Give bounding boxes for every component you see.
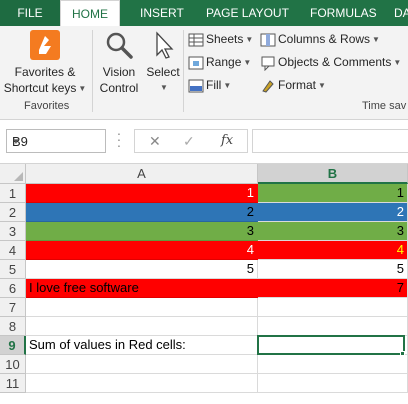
chevron-down-icon: ▼ (393, 57, 402, 67)
cell-a4[interactable]: 4 (26, 241, 258, 260)
cell-a2[interactable]: 2 (26, 203, 258, 222)
cell-b3[interactable]: 3 (258, 222, 408, 241)
chevron-down-icon: ▼ (78, 83, 87, 93)
worksheet-grid: A B 1112223334445556I love free software… (0, 164, 408, 404)
row-header[interactable]: 7 (0, 298, 26, 317)
select-button[interactable]: Select ▼ (144, 30, 182, 96)
cell-a9[interactable]: Sum of values in Red cells: (26, 336, 258, 355)
magnifier-icon (104, 30, 134, 60)
cell-a7[interactable] (26, 298, 258, 317)
chevron-down-icon: ▼ (243, 57, 252, 67)
vision-label-line1: Vision (102, 65, 136, 79)
cell-a11[interactable] (26, 374, 258, 393)
objects-comments-button[interactable]: Objects & Comments ▼ (260, 51, 401, 73)
chevron-down-icon[interactable]: ▼ (12, 137, 101, 146)
sheets-icon (188, 32, 204, 48)
favorites-label-line1: Favorites & (14, 65, 76, 79)
vision-label-line2: Control (99, 81, 139, 95)
tab-data[interactable]: DATA (394, 0, 408, 26)
row-header[interactable]: 11 (0, 374, 26, 393)
favorites-shortcut-keys-button[interactable]: Favorites & Shortcut keys ▼ (2, 30, 88, 97)
resize-handle-icon[interactable]: · · · (114, 126, 124, 152)
group-label-time-saver: Time sav (362, 100, 407, 112)
select-label: Select (146, 65, 180, 79)
format-label: Format (278, 78, 317, 92)
select-all-button[interactable] (0, 164, 26, 184)
tab-insert[interactable]: INSERT (140, 0, 184, 26)
row-header[interactable]: 6 (0, 279, 26, 298)
tab-home[interactable]: HOME (60, 0, 120, 26)
row-header[interactable]: 9 (0, 336, 26, 355)
fill-icon (188, 78, 204, 94)
fill-handle[interactable] (400, 351, 405, 356)
tab-page-layout[interactable]: PAGE LAYOUT (206, 0, 289, 26)
favorites-label-line2: Shortcut keys (3, 81, 77, 95)
cell-b6[interactable]: 7 (258, 279, 408, 298)
cell-b11[interactable] (258, 374, 408, 393)
chevron-down-icon: ▼ (372, 34, 380, 44)
format-icon (260, 78, 276, 94)
row-header[interactable]: 8 (0, 317, 26, 336)
cell-a5[interactable]: 5 (26, 260, 258, 279)
ribbon-tab-bar: FILE HOME INSERT PAGE LAYOUT FORMULAS DA… (0, 0, 408, 26)
cell-b1[interactable]: 1 (258, 184, 408, 203)
ribbon: Favorites & Shortcut keys ▼ Favorites Vis… (0, 26, 408, 120)
columns-rows-icon (260, 32, 276, 48)
cell-a8[interactable] (26, 317, 258, 336)
range-button[interactable]: Range ▼ (188, 51, 251, 73)
select-all-icon (14, 172, 23, 181)
formula-bar: B9 ▼ · · · ✕ ✓ fx (0, 120, 408, 164)
range-icon (188, 55, 204, 71)
formula-buttons: ✕ ✓ fx (134, 129, 248, 153)
row-header[interactable]: 1 (0, 184, 26, 203)
column-header-b[interactable]: B (258, 164, 408, 184)
cursor-icon (148, 30, 178, 60)
columns-rows-label: Columns & Rows (278, 32, 371, 46)
enter-icon[interactable]: ✓ (183, 133, 195, 150)
tab-formulas[interactable]: FORMULAS (310, 0, 377, 26)
chevron-down-icon: ▼ (245, 34, 254, 44)
sheets-label: Sheets (206, 32, 244, 46)
row-header[interactable]: 3 (0, 222, 26, 241)
group-divider (92, 30, 93, 112)
formula-input[interactable] (252, 129, 408, 153)
columns-rows-button[interactable]: Columns & Rows ▼ (260, 28, 380, 50)
row-header[interactable]: 10 (0, 355, 26, 374)
cell-a3[interactable]: 3 (26, 222, 258, 241)
chevron-down-icon: ▼ (160, 83, 168, 92)
cell-a10[interactable] (26, 355, 258, 374)
objects-comments-label: Objects & Comments (278, 55, 392, 69)
cell-b8[interactable] (258, 317, 408, 336)
objects-comments-icon (260, 55, 276, 72)
cancel-icon[interactable]: ✕ (149, 133, 161, 150)
cell-b4[interactable]: 4 (258, 241, 408, 260)
fill-label: Fill (206, 78, 222, 92)
fill-button[interactable]: Fill ▼ (188, 74, 231, 96)
cell-b10[interactable] (258, 355, 408, 374)
favorites-icon (30, 30, 60, 60)
chevron-down-icon: ▼ (318, 80, 326, 90)
tab-file[interactable]: FILE (0, 0, 60, 26)
cell-b2[interactable]: 2 (258, 203, 408, 222)
name-box[interactable]: B9 ▼ (6, 129, 106, 153)
vision-control-button[interactable]: Vision Control (96, 30, 142, 96)
active-cell-outline[interactable] (257, 335, 405, 355)
sheets-button[interactable]: Sheets ▼ (188, 28, 253, 50)
row-header[interactable]: 4 (0, 241, 26, 260)
row-header[interactable]: 5 (0, 260, 26, 279)
group-label-favorites: Favorites (24, 100, 70, 112)
insert-function-icon[interactable]: fx (221, 133, 233, 148)
chevron-down-icon: ▼ (223, 80, 232, 90)
cell-b5[interactable]: 5 (258, 260, 408, 279)
range-label: Range (206, 55, 242, 69)
column-header-a[interactable]: A (26, 164, 258, 184)
cell-a1[interactable]: 1 (26, 184, 258, 203)
row-header[interactable]: 2 (0, 203, 26, 222)
format-button[interactable]: Format ▼ (260, 74, 326, 96)
cell-a6[interactable]: I love free software (26, 279, 258, 298)
cell-b7[interactable] (258, 298, 408, 317)
group-divider (183, 30, 184, 112)
